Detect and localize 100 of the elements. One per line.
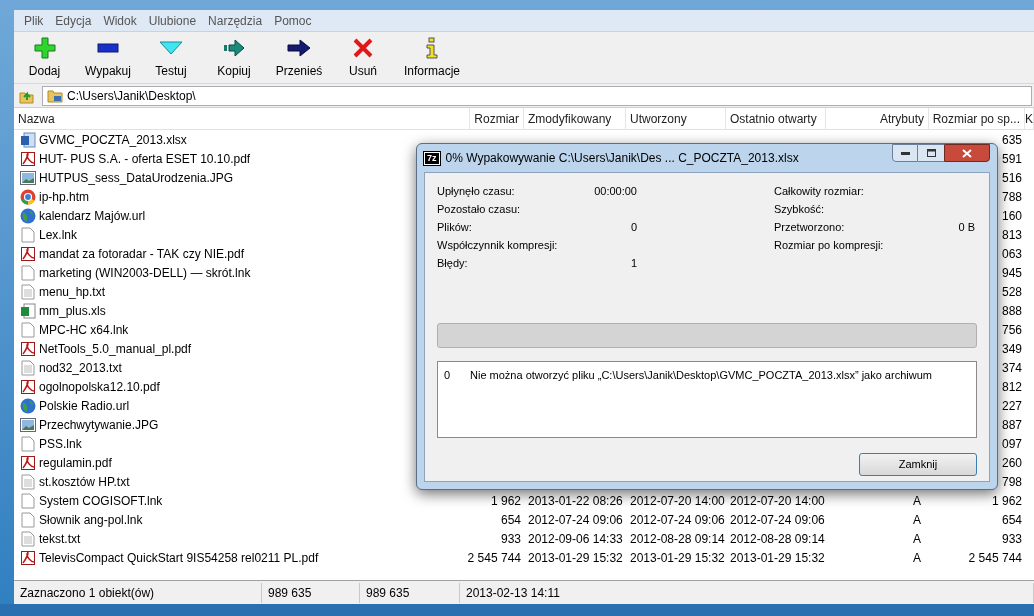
table-cell-text: 2 545 744 <box>968 549 1022 567</box>
file-name[interactable]: ip-hp.htm <box>39 187 90 206</box>
file-name[interactable]: nod32_2013.txt <box>39 358 122 377</box>
file-name[interactable]: GVMC_POCZTA_2013.xlsx <box>39 130 187 149</box>
arrow-right-icon <box>287 39 311 57</box>
toolbar-button[interactable]: Przenieś <box>267 34 331 80</box>
status-text: 989 635 <box>360 582 460 603</box>
menu-item[interactable]: Pomoc <box>268 10 318 31</box>
column-header[interactable]: Rozmiar po sp... <box>929 108 1025 130</box>
toolbar-button[interactable]: Wypakuj <box>75 34 141 80</box>
image-file-icon <box>20 417 36 432</box>
column-header[interactable]: Ostatnio otwarty <box>726 108 826 130</box>
column-header[interactable]: K <box>1025 108 1034 130</box>
app-logo: 7z <box>424 151 440 165</box>
pdf-file-icon <box>20 340 36 357</box>
text-file-icon <box>21 530 35 547</box>
file-name[interactable]: HUTPUS_sess_DataUrodzenia.JPG <box>39 168 234 187</box>
close-dialog-button[interactable]: Zamknij <box>859 453 977 476</box>
pdf-file-icon <box>20 150 36 167</box>
minimize-icon <box>900 151 910 155</box>
column-header[interactable]: Nazwa <box>14 108 470 130</box>
file-icon <box>21 321 35 338</box>
pdf-file-icon <box>20 454 36 471</box>
stat-label: Upłynęło czasu: <box>437 184 516 199</box>
stat-value: 1 <box>629 256 637 271</box>
file-name[interactable]: Słownik ang-pol.lnk <box>39 510 143 529</box>
file-name[interactable]: mm_plus.xls <box>39 301 106 320</box>
file-name[interactable]: System COGISOFT.lnk <box>39 491 163 510</box>
column-header[interactable]: Zmodyfikowany <box>524 108 626 130</box>
file-name[interactable]: NetTools_5.0_manual_pl.pdf <box>39 339 192 358</box>
table-cell-text: 097 <box>1001 435 1022 453</box>
file-icon <box>21 435 35 452</box>
toolbar-button[interactable]: Informacje <box>395 34 469 80</box>
menu-item[interactable]: Ulubione <box>142 10 203 31</box>
table-cell-text: 2013-01-22 08:26 <box>528 492 623 510</box>
file-name[interactable]: Przechwytywanie.JPG <box>39 415 159 434</box>
table-cell-text: 374 <box>1001 359 1022 377</box>
file-name[interactable]: TelevisCompact QuickStart 9IS54258 rel0211 PL.pdf <box>39 548 319 567</box>
file-name[interactable]: regulamin.pdf <box>39 453 112 472</box>
status-text: Zaznaczono 1 obiekt(ów) <box>14 582 262 603</box>
toolbar-button[interactable]: Usuń <box>331 34 395 80</box>
table-cell-text: 654 <box>500 511 521 529</box>
chevron-icon <box>159 41 183 55</box>
toolbar-button[interactable]: Dodaj <box>14 34 75 80</box>
pdf-file-icon <box>20 378 36 395</box>
file-icon <box>21 511 35 528</box>
toolbar-button[interactable]: Testuj <box>141 34 201 80</box>
table-cell-text: 2012-09-06 14:33 <box>528 530 623 548</box>
globe-icon <box>20 207 36 224</box>
table-cell-text: 2012-08-28 09:14 <box>630 530 725 548</box>
dialog-title: 0% Wypakowywanie C:\Users\Janik\Des ... C_POCZTA_2013.xlsx <box>445 150 800 167</box>
file-name[interactable]: menu_hp.txt <box>39 282 106 301</box>
pdf-file-icon <box>20 549 36 566</box>
maximize-button[interactable] <box>918 144 944 162</box>
stat-label: Przetworzono: <box>774 220 846 235</box>
table-cell-text: 2013-01-29 15:32 <box>528 549 623 567</box>
globe-icon <box>20 397 36 414</box>
file-name[interactable]: ogolnopolska12.10.pdf <box>39 377 160 396</box>
close-button[interactable] <box>944 144 990 162</box>
table-cell-text: 812 <box>1001 378 1022 396</box>
stat-value: 00:00:00 <box>594 184 637 199</box>
file-name[interactable]: tekst.txt <box>39 529 81 548</box>
image-file-icon <box>20 170 36 185</box>
file-name[interactable]: Polskie Radio.url <box>39 396 130 415</box>
table-cell-text: 227 <box>1001 397 1022 415</box>
table-cell-text: A <box>913 511 921 529</box>
info-icon <box>426 37 438 59</box>
column-header[interactable]: Utworzony <box>626 108 726 130</box>
file-name[interactable]: HUT- PUS S.A. - oferta ESET 10.10.pdf <box>39 149 251 168</box>
toolbar-button[interactable]: Kopiuj <box>201 34 267 80</box>
table-cell-text: 349 <box>1001 340 1022 358</box>
table-cell-text: 887 <box>1001 416 1022 434</box>
address-field[interactable]: C:\Users\Janik\Desktop\ <box>42 85 1032 106</box>
x-icon <box>353 38 373 58</box>
table-cell-text: 2012-07-24 09:06 <box>630 511 725 529</box>
table-cell-text: 2013-01-29 15:32 <box>630 549 725 567</box>
column-header[interactable]: Rozmiar <box>470 108 524 130</box>
file-icon <box>21 264 35 281</box>
file-name[interactable]: Lex.lnk <box>39 225 78 244</box>
text-file-icon <box>21 473 35 490</box>
menu-item[interactable]: Narzędzia <box>202 10 269 31</box>
table-cell-text: 260 <box>1001 454 1022 472</box>
stat-label: Rozmiar po kompresji: <box>774 238 885 253</box>
menu-item[interactable]: Edycja <box>49 10 98 31</box>
menu-item[interactable]: Widok <box>97 10 143 31</box>
pdf-file-icon <box>20 245 36 262</box>
file-name[interactable]: marketing (WIN2003-DELL) — skrót.lnk <box>39 263 251 282</box>
file-name[interactable]: mandat za fotoradar - TAK czy NIE.pdf <box>39 244 244 263</box>
menu-item[interactable]: Plik <box>18 10 50 31</box>
file-name[interactable]: kalendarz Majów.url <box>39 206 146 225</box>
file-name[interactable]: st.kosztów HP.txt <box>39 472 130 491</box>
file-name[interactable]: PSS.lnk <box>39 434 82 453</box>
file-name[interactable]: MPC-HC x64.lnk <box>39 320 129 339</box>
maximize-icon <box>926 149 936 157</box>
minimize-button[interactable] <box>892 144 918 162</box>
table-cell-text: A <box>913 492 921 510</box>
column-header[interactable]: Atrybuty <box>826 108 929 130</box>
status-text: 2013-02-13 14:11 <box>460 582 1034 603</box>
table-cell-text: 2012-07-24 09:06 <box>730 511 825 529</box>
spreadsheet-file-icon <box>20 302 36 319</box>
